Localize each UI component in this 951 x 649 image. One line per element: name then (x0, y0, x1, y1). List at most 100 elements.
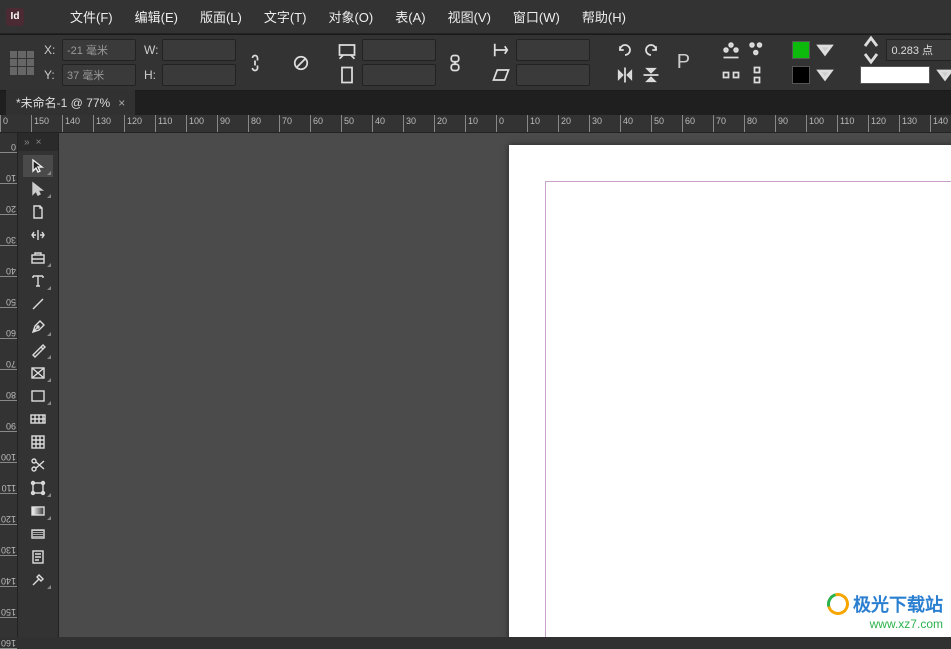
ruler-h-tick: 50 (651, 115, 664, 132)
scale-x-input[interactable] (362, 39, 436, 61)
ruler-horizontal: 0150140130120110100908070605040302010010… (0, 115, 951, 133)
document-page[interactable] (509, 145, 951, 637)
type-tool[interactable] (23, 270, 53, 292)
scissors-tool[interactable] (23, 454, 53, 476)
panel-collapse[interactable]: » × (18, 133, 58, 151)
ruler-v-tick: 0 (0, 133, 17, 153)
gap-tool[interactable] (23, 224, 53, 246)
ruler-h-tick: 0 (496, 115, 504, 132)
fill-swatch[interactable] (792, 41, 810, 59)
pen-tool[interactable] (23, 316, 53, 338)
menu-bar: Id 文件(F) 编辑(E) 版面(L) 文字(T) 对象(O) 表(A) 视图… (0, 0, 951, 34)
document-tab-bar: *未命名-1 @ 77% × (0, 91, 951, 115)
align-3-icon[interactable] (720, 64, 742, 86)
paragraph-style-icon[interactable]: P (670, 43, 696, 83)
rotate-input[interactable] (516, 39, 590, 61)
ruler-v-tick: 70 (0, 350, 17, 370)
stroke-dd-icon[interactable] (814, 64, 836, 86)
control-bar: X:-21 毫米 Y:37 毫米 W: H: P (0, 34, 951, 91)
app-logo: Id (6, 8, 24, 26)
tools-column: » × (18, 133, 59, 637)
h-input[interactable] (162, 64, 236, 86)
rectangle-frame-tool[interactable] (23, 362, 53, 384)
ruler-v-tick: 80 (0, 381, 17, 401)
gradient-swatch-tool[interactable] (23, 500, 53, 522)
table-tool2[interactable] (23, 431, 53, 453)
pencil-tool[interactable] (23, 339, 53, 361)
menu-window[interactable]: 窗口(W) (503, 3, 570, 30)
ruler-v-tick: 130 (0, 536, 17, 556)
w-input[interactable] (162, 39, 236, 61)
menu-object[interactable]: 对象(O) (318, 3, 383, 30)
ruler-h-tick: 120 (868, 115, 886, 132)
menu-layout[interactable]: 版面(L) (190, 3, 252, 30)
no-style-icon[interactable] (290, 52, 312, 74)
table-wide-tool[interactable] (23, 408, 53, 430)
ruler-h-tick: 70 (713, 115, 726, 132)
align-2-icon[interactable] (746, 39, 768, 61)
free-transform-tool[interactable] (23, 477, 53, 499)
panel-close-icon[interactable]: × (36, 137, 42, 148)
y-label: Y: (44, 68, 58, 82)
document-tab[interactable]: *未命名-1 @ 77% × (6, 89, 135, 115)
align-4-icon[interactable] (746, 64, 768, 86)
y-input[interactable]: 37 毫米 (62, 64, 136, 86)
eyedropper-tool[interactable] (23, 569, 53, 591)
scale-y-input[interactable] (362, 64, 436, 86)
rotate-cw-icon[interactable] (614, 39, 636, 61)
stroke-style-dd-icon[interactable] (934, 64, 951, 86)
menu-type[interactable]: 文字(T) (254, 3, 317, 30)
ruler-v-tick: 150 (0, 598, 17, 618)
stroke-stepper-icon[interactable] (860, 39, 882, 61)
shear-input[interactable] (516, 64, 590, 86)
ruler-h-tick: 90 (775, 115, 788, 132)
tab-close-button[interactable]: × (118, 96, 125, 110)
flip-v-icon[interactable] (640, 64, 662, 86)
x-input[interactable]: -21 毫米 (62, 39, 136, 61)
gradient-feather-tool[interactable] (23, 523, 53, 545)
ruler-h-tick: 60 (310, 115, 323, 132)
fill-dd-icon[interactable] (814, 39, 836, 61)
canvas[interactable] (59, 133, 951, 637)
content-collector-tool[interactable] (23, 247, 53, 269)
collapse-arrows-icon: » (24, 137, 30, 148)
home-button[interactable] (26, 5, 46, 28)
stroke-weight-input[interactable]: 0.283 点 (886, 39, 951, 61)
ruler-h-tick: 90 (217, 115, 230, 132)
ruler-h-tick: 140 (930, 115, 948, 132)
ruler-v-tick: 40 (0, 257, 17, 277)
ruler-v-tick: 120 (0, 505, 17, 525)
ruler-h-tick: 130 (899, 115, 917, 132)
line-tool[interactable] (23, 293, 53, 315)
menu-edit[interactable]: 编辑(E) (125, 3, 188, 30)
constrain-wh-icon[interactable] (244, 52, 266, 74)
constrain-scale-icon[interactable] (444, 52, 466, 74)
menu-help[interactable]: 帮助(H) (572, 3, 636, 30)
reference-point[interactable] (8, 49, 36, 77)
align-1-icon[interactable] (720, 39, 742, 61)
page-tool[interactable] (23, 201, 53, 223)
shear-icon (490, 64, 512, 86)
rotate-ccw-icon[interactable] (640, 39, 662, 61)
w-label: W: (144, 43, 158, 57)
ruler-h-tick: 100 (806, 115, 824, 132)
ruler-h-tick: 80 (248, 115, 261, 132)
menu-view[interactable]: 视图(V) (438, 3, 501, 30)
stroke-swatch[interactable] (792, 66, 810, 84)
flip-h-icon[interactable] (614, 64, 636, 86)
menu-table[interactable]: 表(A) (385, 3, 435, 30)
ruler-h-tick: 0 (0, 115, 8, 132)
stroke-style-swatch[interactable] (860, 66, 930, 84)
watermark: 极光下载站 www.xz7.com (827, 591, 943, 631)
menu-file[interactable]: 文件(F) (60, 3, 123, 30)
selection-tool[interactable] (23, 155, 53, 177)
ruler-h-tick: 120 (124, 115, 142, 132)
ruler-v-tick: 50 (0, 288, 17, 308)
ruler-h-tick: 50 (341, 115, 354, 132)
direct-selection-tool[interactable] (23, 178, 53, 200)
x-label: X: (44, 43, 58, 57)
ruler-h-tick: 30 (403, 115, 416, 132)
rectangle-tool[interactable] (23, 385, 53, 407)
note-tool[interactable] (23, 546, 53, 568)
ruler-h-tick: 40 (372, 115, 385, 132)
